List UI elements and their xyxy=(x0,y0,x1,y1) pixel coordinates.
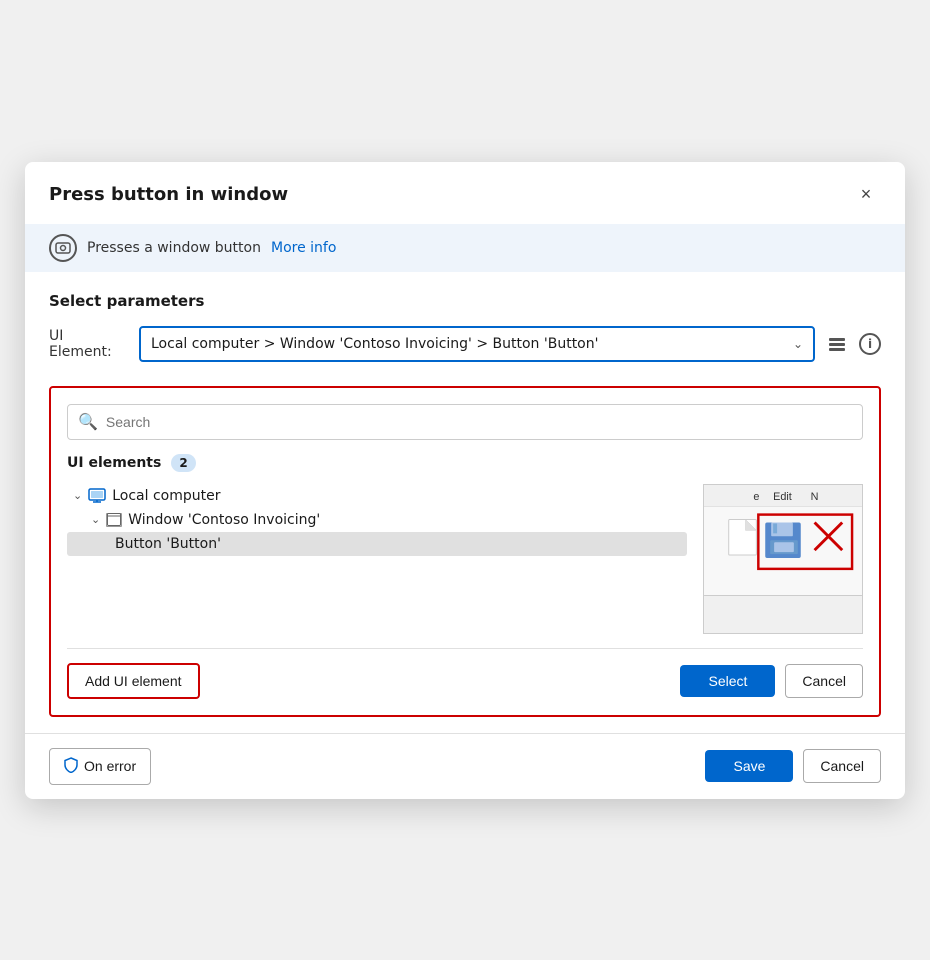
search-input[interactable] xyxy=(106,414,852,430)
params-section: Select parameters UI Element: Local comp… xyxy=(25,272,905,386)
tree-item-button[interactable]: Button 'Button' xyxy=(67,532,687,556)
info-icon[interactable]: i xyxy=(859,333,881,355)
chevron-down-icon: ⌄ xyxy=(793,337,803,351)
on-error-button[interactable]: On error xyxy=(49,748,151,785)
section-title: Select parameters xyxy=(49,292,881,310)
dialog-header: Press button in window × xyxy=(25,162,905,224)
cancel-dropdown-button[interactable]: Cancel xyxy=(785,664,863,698)
preview-image: e Edit N xyxy=(703,484,863,634)
ui-elements-badge: 2 xyxy=(171,454,195,472)
tree-area: ⌄ Local computer ⌄ xyxy=(67,484,863,634)
svg-text:Edit: Edit xyxy=(773,490,792,502)
window-label: Window 'Contoso Invoicing' xyxy=(128,512,320,528)
layers-icon[interactable] xyxy=(823,330,851,358)
ui-element-dropdown-panel: 🔍 UI elements 2 ⌄ xyxy=(49,386,881,717)
info-banner: Presses a window button More info xyxy=(25,224,905,272)
press-button-dialog: Press button in window × Presses a windo… xyxy=(25,162,905,799)
info-text: Presses a window button xyxy=(87,240,261,256)
ui-elements-label: UI elements xyxy=(67,455,161,471)
chevron-icon: ⌄ xyxy=(73,489,82,502)
save-button[interactable]: Save xyxy=(705,750,793,782)
dialog-title: Press button in window xyxy=(49,184,288,205)
computer-icon xyxy=(88,488,106,504)
on-error-label: On error xyxy=(84,758,136,774)
shield-icon xyxy=(64,757,78,776)
ui-element-dropdown[interactable]: Local computer > Window 'Contoso Invoici… xyxy=(139,326,815,362)
svg-text:e: e xyxy=(753,490,759,502)
ui-element-value: Local computer > Window 'Contoso Invoici… xyxy=(151,336,598,352)
tree-item-local-computer[interactable]: ⌄ Local computer xyxy=(67,484,687,508)
search-box: 🔍 xyxy=(67,404,863,440)
ui-elements-header: UI elements 2 xyxy=(67,454,863,472)
local-computer-label: Local computer xyxy=(112,488,220,504)
dialog-footer: On error Save Cancel xyxy=(25,733,905,799)
tree-list: ⌄ Local computer ⌄ xyxy=(67,484,687,634)
search-icon: 🔍 xyxy=(78,412,98,431)
press-button-icon xyxy=(49,234,77,262)
button-label: Button 'Button' xyxy=(115,536,221,552)
close-button[interactable]: × xyxy=(851,180,881,210)
cancel-footer-button[interactable]: Cancel xyxy=(803,749,881,783)
svg-text:N: N xyxy=(811,490,819,502)
tree-item-window[interactable]: ⌄ Window 'Contoso Invoicing' xyxy=(67,508,687,532)
window-icon xyxy=(106,513,122,527)
more-info-link[interactable]: More info xyxy=(271,240,336,256)
add-ui-element-button[interactable]: Add UI element xyxy=(67,663,200,699)
ui-element-input-group: Local computer > Window 'Contoso Invoici… xyxy=(139,326,881,362)
select-button[interactable]: Select xyxy=(680,665,775,697)
ui-element-label: UI Element: xyxy=(49,328,129,360)
ui-element-field-row: UI Element: Local computer > Window 'Con… xyxy=(49,326,881,362)
chevron-icon-2: ⌄ xyxy=(91,513,100,526)
close-icon: × xyxy=(861,184,872,205)
dropdown-footer: Add UI element Select Cancel xyxy=(67,648,863,699)
